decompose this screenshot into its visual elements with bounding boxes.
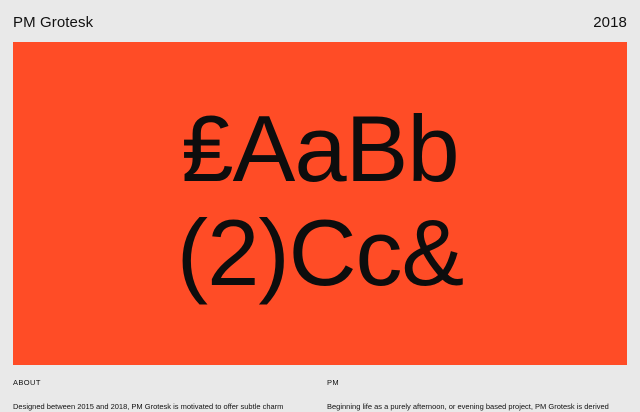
year-label: 2018 (593, 13, 627, 31)
page: PM Grotesk 2018 ₤AaBb (2)Cc& ABOUT Desig… (0, 0, 640, 412)
info-columns: ABOUT Designed between 2015 and 2018, PM… (13, 378, 627, 412)
about-column: ABOUT Designed between 2015 and 2018, PM… (13, 378, 313, 412)
pm-column: PM Beginning life as a purely afternoon,… (327, 378, 627, 412)
site-title[interactable]: PM Grotesk (13, 14, 93, 31)
specimen-line-2: (2)Cc& (176, 199, 464, 305)
about-heading: ABOUT (13, 378, 41, 387)
specimen-panel: ₤AaBb (2)Cc& (13, 42, 627, 365)
specimen-line-1: ₤AaBb (181, 95, 459, 201)
about-text: Designed between 2015 and 2018, PM Grote… (13, 402, 284, 411)
pm-heading: PM (327, 378, 340, 387)
pm-text: Beginning life as a purely afternoon, or… (327, 402, 609, 411)
header: PM Grotesk 2018 (13, 11, 627, 33)
